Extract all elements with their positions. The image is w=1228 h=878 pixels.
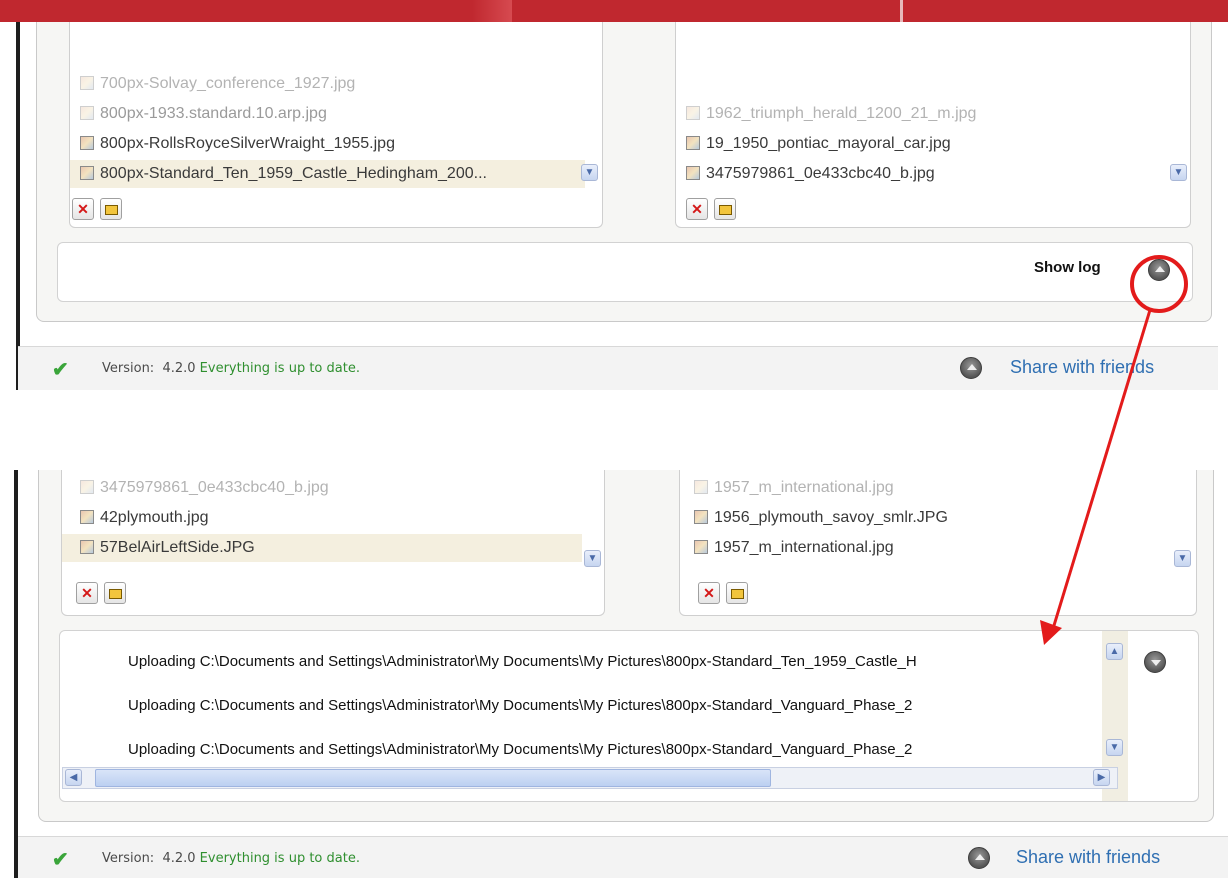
log-line: Uploading C:\Documents and Settings\Admi…: [128, 653, 917, 670]
list-item[interactable]: 1962_triumph_herald_1200_21_m.jpg: [686, 100, 976, 128]
image-file-icon: [694, 510, 708, 524]
remove-button[interactable]: ✕: [698, 582, 720, 604]
log-panel: Uploading C:\Documents and Settings\Admi…: [59, 630, 1199, 802]
scroll-thumb[interactable]: [95, 769, 771, 787]
right-file-list[interactable]: 1962_triumph_herald_1200_21_m.jpg 19_195…: [675, 22, 1191, 228]
folder-icon: [108, 589, 122, 599]
image-file-icon: [80, 480, 94, 494]
version-status: Version: 4.2.0 Everything is up to date.: [102, 361, 360, 376]
status-bar: ✔ Version: 4.2.0 Everything is up to dat…: [18, 836, 1228, 878]
share-with-friends-link[interactable]: Share with friends: [1016, 847, 1160, 868]
right-file-list[interactable]: 1957_m_international.jpg 1956_plymouth_s…: [679, 470, 1197, 616]
image-file-icon: [80, 166, 94, 180]
upload-frame: 700px-Solvay_conference_1927.jpg 800px-1…: [36, 22, 1212, 322]
image-file-icon: [686, 166, 700, 180]
scroll-right-button[interactable]: ▶: [1093, 769, 1110, 786]
image-file-icon: [80, 136, 94, 150]
list-item[interactable]: 1957_m_international.jpg: [694, 474, 894, 502]
strip-divider: [900, 0, 903, 22]
folder-button[interactable]: [100, 198, 122, 220]
folder-icon: [718, 205, 732, 215]
remove-button[interactable]: ✕: [686, 198, 708, 220]
image-file-icon: [80, 510, 94, 524]
list-item-selected[interactable]: 800px-Standard_Ten_1959_Castle_Hedingham…: [70, 160, 585, 188]
folder-icon: [104, 205, 118, 215]
share-icon[interactable]: [968, 847, 990, 869]
check-icon: ✔: [52, 849, 69, 871]
scroll-down-button[interactable]: ▼: [1170, 164, 1187, 181]
image-file-icon: [80, 540, 94, 554]
image-file-icon: [686, 136, 700, 150]
image-file-icon: [694, 540, 708, 554]
upload-frame: 3475979861_0e433cbc40_b.jpg 42plymouth.j…: [38, 470, 1214, 822]
list-item[interactable]: 800px-1933.standard.10.arp.jpg: [80, 100, 327, 128]
strip-shade: [472, 0, 512, 22]
folder-button[interactable]: [726, 582, 748, 604]
uploader-panel-log-hidden: 700px-Solvay_conference_1927.jpg 800px-1…: [0, 22, 1228, 390]
list-item[interactable]: 1956_plymouth_savoy_smlr.JPG: [694, 504, 948, 532]
window-left-border: [16, 22, 20, 390]
left-file-list[interactable]: 700px-Solvay_conference_1927.jpg 800px-1…: [69, 22, 603, 228]
remove-button[interactable]: ✕: [76, 582, 98, 604]
image-file-icon: [686, 106, 700, 120]
scroll-down-button[interactable]: ▼: [1106, 739, 1123, 756]
image-file-icon: [80, 106, 94, 120]
image-file-icon: [80, 76, 94, 90]
scroll-down-button[interactable]: ▼: [584, 550, 601, 567]
folder-icon: [730, 589, 744, 599]
list-item[interactable]: 19_1950_pontiac_mayoral_car.jpg: [686, 130, 951, 158]
folder-button[interactable]: [714, 198, 736, 220]
expand-log-button[interactable]: [1148, 259, 1170, 281]
left-file-list[interactable]: 3475979861_0e433cbc40_b.jpg 42plymouth.j…: [61, 470, 605, 616]
scroll-up-button[interactable]: ▲: [1106, 643, 1123, 660]
version-status: Version: 4.2.0 Everything is up to date.: [102, 851, 360, 866]
image-file-icon: [694, 480, 708, 494]
show-log-label[interactable]: Show log: [1034, 259, 1101, 276]
list-item[interactable]: 3475979861_0e433cbc40_b.jpg: [686, 160, 935, 188]
share-icon[interactable]: [960, 357, 982, 379]
folder-button[interactable]: [104, 582, 126, 604]
list-item-selected[interactable]: 57BelAirLeftSide.JPG: [62, 534, 582, 562]
check-icon: ✔: [52, 359, 69, 381]
collapse-log-button[interactable]: [1144, 651, 1166, 673]
list-item[interactable]: 42plymouth.jpg: [80, 504, 209, 532]
log-horizontal-scrollbar[interactable]: ◀ ▶: [62, 767, 1118, 789]
remove-button[interactable]: ✕: [72, 198, 94, 220]
log-line: Uploading C:\Documents and Settings\Admi…: [128, 741, 913, 758]
share-with-friends-link[interactable]: Share with friends: [1010, 357, 1154, 378]
top-strip: [0, 0, 1228, 22]
list-item[interactable]: 3475979861_0e433cbc40_b.jpg: [80, 474, 329, 502]
list-item[interactable]: 1957_m_international.jpg: [694, 534, 894, 562]
scroll-down-button[interactable]: ▼: [1174, 550, 1191, 567]
scroll-down-button[interactable]: ▼: [581, 164, 598, 181]
uploader-panel-log-shown: 3475979861_0e433cbc40_b.jpg 42plymouth.j…: [0, 470, 1228, 878]
list-item[interactable]: 800px-RollsRoyceSilverWraight_1955.jpg: [80, 130, 395, 158]
status-bar: ✔ Version: 4.2.0 Everything is up to dat…: [18, 346, 1218, 390]
scroll-left-button[interactable]: ◀: [65, 769, 82, 786]
window-left-border: [14, 470, 18, 878]
log-line: Uploading C:\Documents and Settings\Admi…: [128, 697, 913, 714]
list-item[interactable]: 700px-Solvay_conference_1927.jpg: [80, 70, 355, 98]
log-collapsed-area: Show log: [57, 242, 1193, 302]
